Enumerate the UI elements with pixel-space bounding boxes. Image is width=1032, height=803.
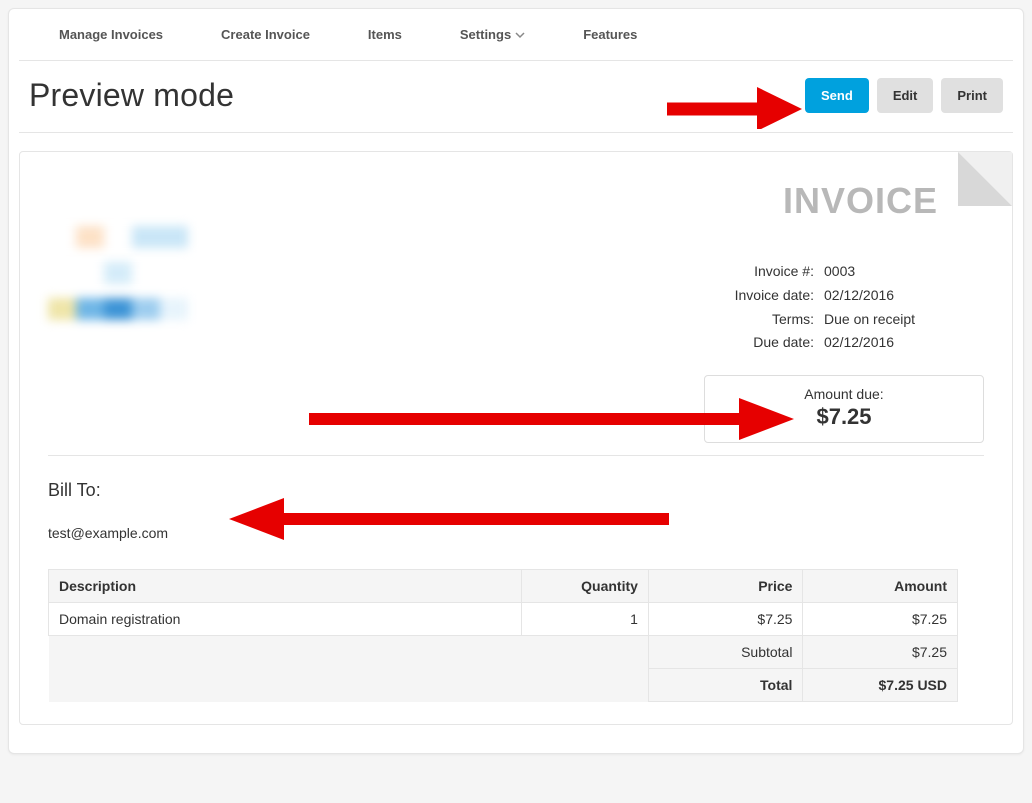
col-price: Price [648,570,803,603]
amount-due-label: Amount due: [735,386,953,402]
nav-items[interactable]: Items [368,27,402,42]
page-header: Preview mode Send Edit Print [19,61,1013,133]
table-row: Domain registration 1 $7.25 $7.25 [49,603,958,636]
amount-due-box: Amount due: $7.25 [704,375,984,443]
amount-due-value: $7.25 [735,404,953,430]
nav-create-invoice[interactable]: Create Invoice [221,27,310,42]
subtotal-value: $7.25 [803,636,958,669]
line-quantity: 1 [521,603,648,636]
line-amount: $7.25 [803,603,958,636]
total-value: $7.25 USD [803,669,958,702]
subtotal-label: Subtotal [648,636,803,669]
action-buttons: Send Edit Print [805,78,1003,113]
line-price: $7.25 [648,603,803,636]
nav-manage-invoices[interactable]: Manage Invoices [59,27,163,42]
company-logo-blurred [48,180,238,334]
line-items-table: Description Quantity Price Amount Domain… [48,569,958,702]
nav-settings[interactable]: Settings [460,27,525,42]
col-amount: Amount [803,570,958,603]
subtotal-row: Subtotal $7.25 [49,636,958,669]
table-header-row: Description Quantity Price Amount [49,570,958,603]
bill-to-value: test@example.com [48,525,984,541]
col-quantity: Quantity [521,570,648,603]
col-description: Description [49,570,522,603]
invoice-date-label: Invoice date: [704,284,814,308]
page-fold-icon [958,152,1012,206]
invoice-due: 02/12/2016 [824,331,974,355]
line-description: Domain registration [49,603,522,636]
nav-features[interactable]: Features [583,27,637,42]
invoice-heading: INVOICE [704,180,938,222]
total-label: Total [648,669,803,702]
divider [48,455,984,456]
bill-to-section: Bill To: test@example.com [48,480,984,541]
invoice-terms: Due on receipt [824,308,974,332]
invoice-number-label: Invoice #: [704,260,814,284]
edit-button[interactable]: Edit [877,78,934,113]
page-title: Preview mode [29,77,234,114]
nav-settings-label: Settings [460,27,511,42]
print-button[interactable]: Print [941,78,1003,113]
invoice-terms-label: Terms: [704,308,814,332]
send-button[interactable]: Send [805,78,869,113]
invoice-meta: Invoice #: 0003 Invoice date: 02/12/2016… [704,260,974,355]
total-row: Total $7.25 USD [49,669,958,702]
invoice-header-right: INVOICE Invoice #: 0003 Invoice date: 02… [704,180,984,443]
invoice-due-label: Due date: [704,331,814,355]
chevron-down-icon [515,31,525,39]
top-nav: Manage Invoices Create Invoice Items Set… [19,19,1013,61]
bill-to-label: Bill To: [48,480,984,501]
invoice-number: 0003 [824,260,974,284]
app-frame: Manage Invoices Create Invoice Items Set… [8,8,1024,754]
invoice-date: 02/12/2016 [824,284,974,308]
invoice-preview: INVOICE Invoice #: 0003 Invoice date: 02… [19,151,1013,725]
